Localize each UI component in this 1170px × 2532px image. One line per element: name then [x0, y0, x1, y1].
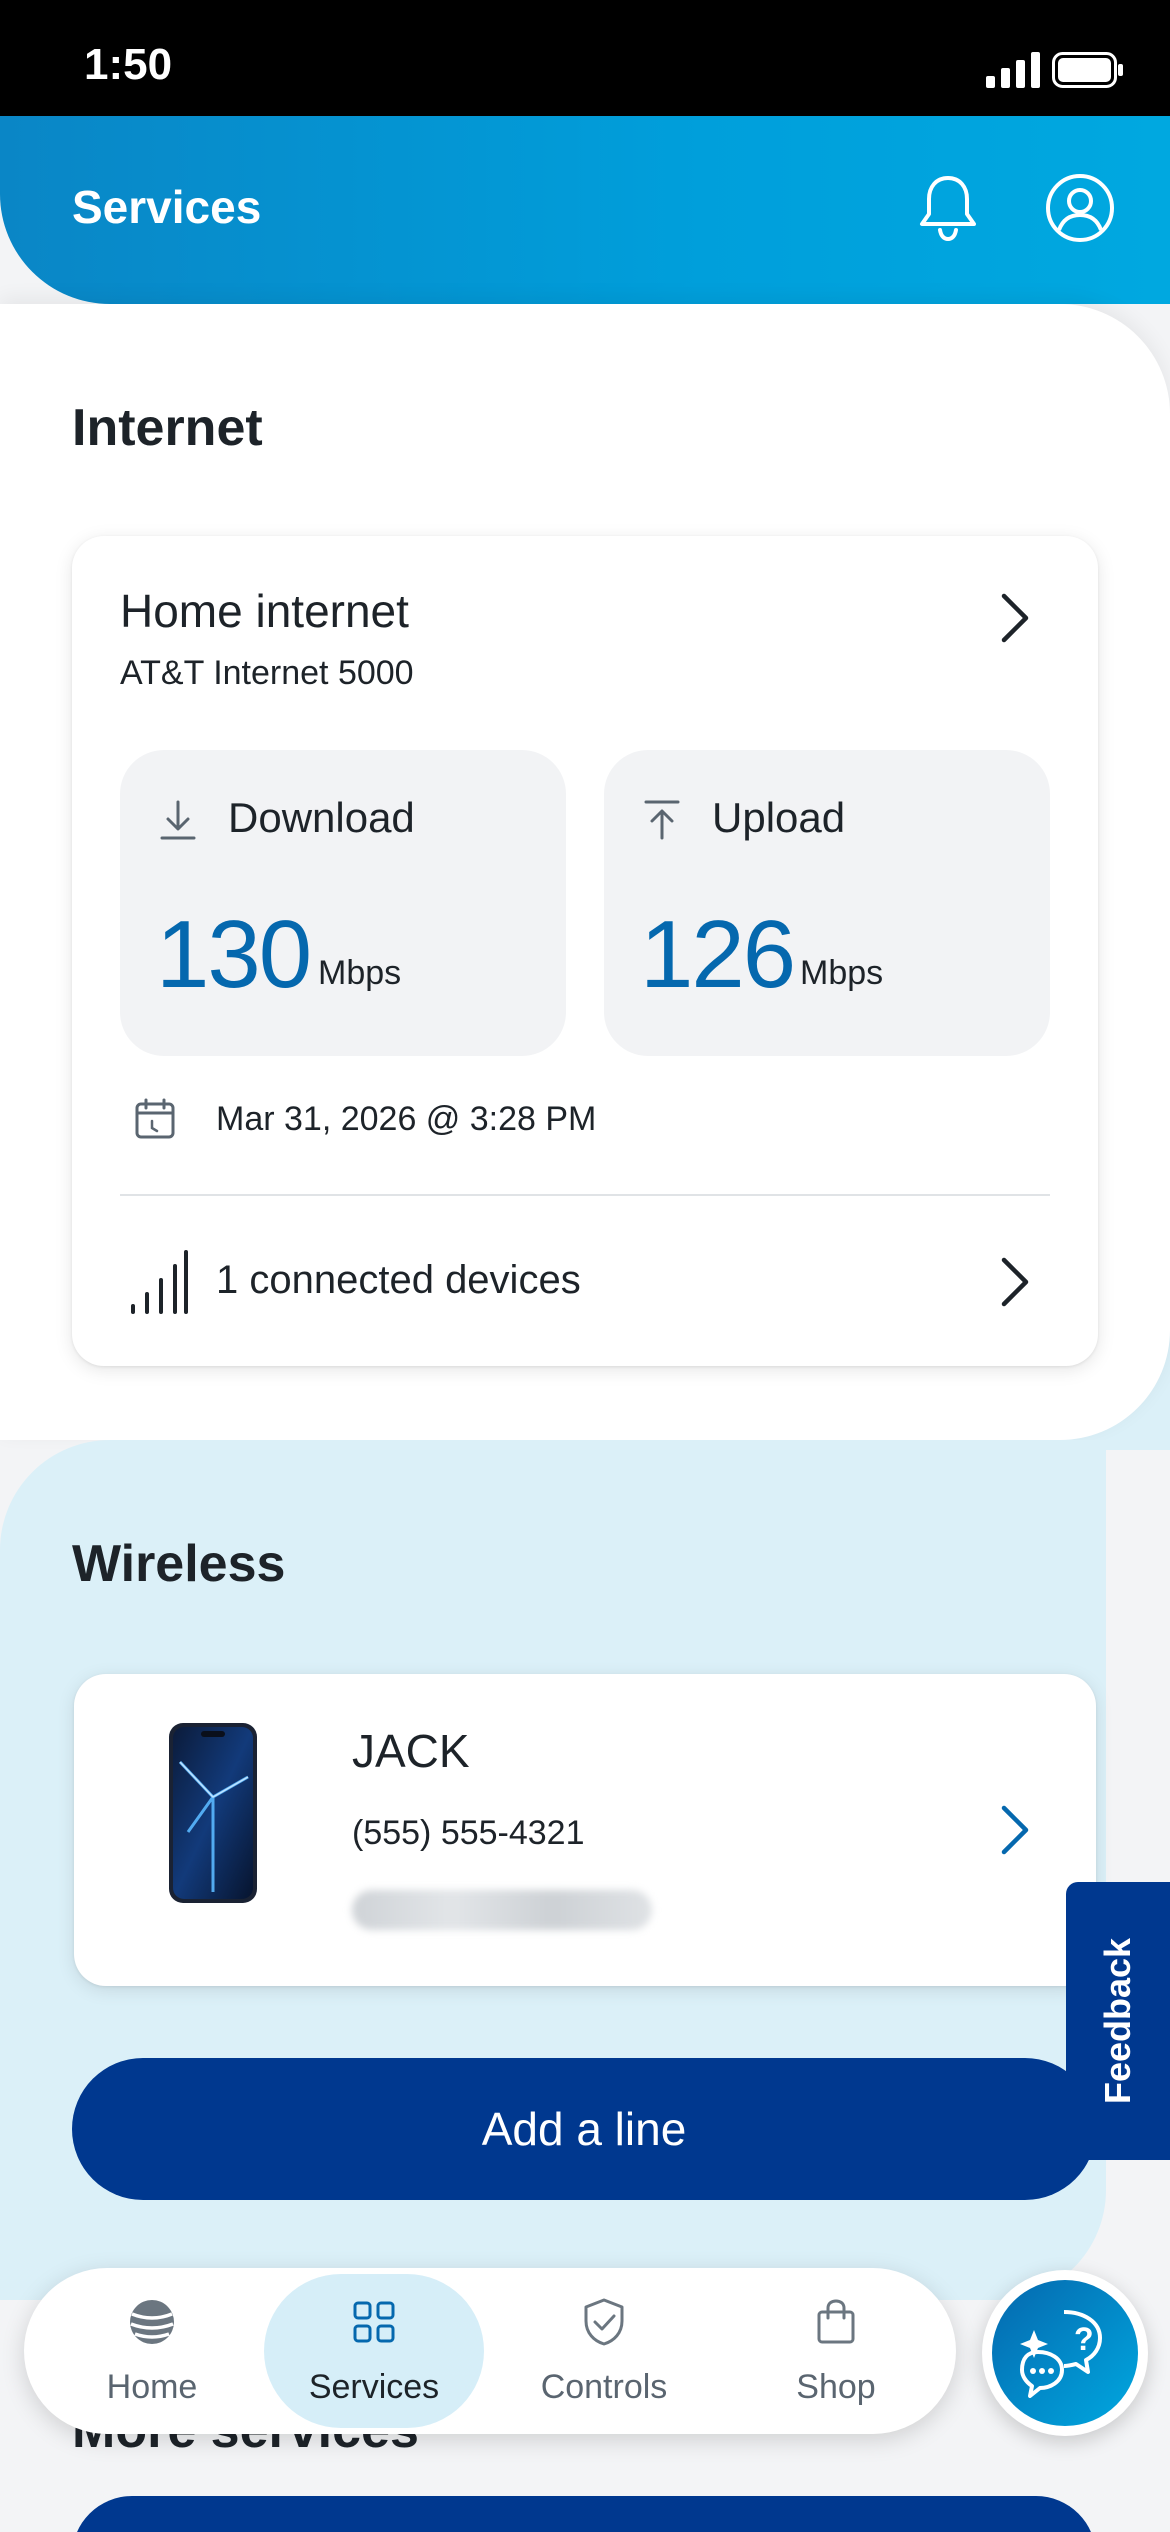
phone-image [169, 1723, 257, 1903]
more-services-button[interactable] [72, 2496, 1096, 2532]
upload-icon [644, 800, 680, 840]
internet-section-title: Internet [72, 399, 263, 457]
tab-services-label: Services [308, 2368, 440, 2406]
speed-test-timestamp: Mar 31, 2026 @ 3:28 PM [216, 1100, 597, 1138]
tab-home[interactable]: Home [42, 2268, 262, 2434]
download-speed-box: Download 130 Mbps [120, 750, 566, 1056]
profile-icon[interactable] [1044, 172, 1116, 244]
connected-devices-link[interactable]: 1 connected devices [216, 1258, 581, 1303]
shopping-bag-icon [817, 2299, 855, 2344]
signal-bars-icon [131, 1250, 188, 1314]
calendar-icon [135, 1098, 175, 1139]
line-name: JACK [352, 1725, 470, 1777]
download-value: 130 [156, 901, 312, 1008]
status-time: 1:50 [84, 40, 173, 89]
app-header: Services [0, 116, 1170, 304]
shield-check-icon [584, 2298, 624, 2346]
chat-assistant-button[interactable]: ? [982, 2270, 1148, 2436]
divider [120, 1194, 1050, 1196]
chevron-right-icon[interactable] [994, 1254, 1034, 1310]
tab-home-label: Home [106, 2368, 198, 2406]
status-bar: 1:50 [0, 0, 1170, 116]
add-a-line-button[interactable]: Add a line [72, 2058, 1096, 2200]
tab-shop[interactable]: Shop [726, 2268, 946, 2434]
upload-unit: Mbps [800, 954, 884, 992]
download-label: Download [228, 794, 415, 841]
line-phone-number: (555) 555-4321 [352, 1814, 585, 1852]
feedback-label: Feedback [1097, 1937, 1138, 2105]
chat-assistant-inner: ? [992, 2280, 1138, 2426]
chevron-right-icon[interactable] [994, 1802, 1034, 1858]
bell-icon[interactable] [916, 172, 980, 244]
att-globe-icon [130, 2300, 174, 2344]
tab-services[interactable]: Services [264, 2274, 484, 2428]
upload-label: Upload [712, 794, 846, 841]
download-unit: Mbps [318, 954, 402, 992]
page-title: Services [72, 181, 262, 233]
chevron-right-icon[interactable] [994, 590, 1034, 646]
chat-question-icon: ? [1020, 2310, 1102, 2398]
download-icon [160, 800, 196, 840]
tab-shop-label: Shop [796, 2368, 876, 2406]
tab-controls[interactable]: Controls [494, 2268, 714, 2434]
redacted-device-name [352, 1890, 652, 1930]
signal-icon [986, 52, 1040, 88]
bottom-tab-bar: Home Services Controls Shop [24, 2268, 956, 2434]
feedback-tab[interactable]: Feedback [1066, 1882, 1170, 2160]
internet-plan: AT&T Internet 5000 [120, 654, 414, 692]
wireless-section-title: Wireless [72, 1535, 286, 1593]
upload-speed-box: Upload 126 Mbps [604, 750, 1050, 1056]
tab-controls-label: Controls [540, 2368, 668, 2406]
grid-icon [353, 2301, 395, 2343]
home-internet-title[interactable]: Home internet [120, 584, 409, 638]
upload-value: 126 [640, 901, 796, 1008]
svg-text:?: ? [1074, 2321, 1094, 2357]
battery-icon [1052, 52, 1123, 88]
